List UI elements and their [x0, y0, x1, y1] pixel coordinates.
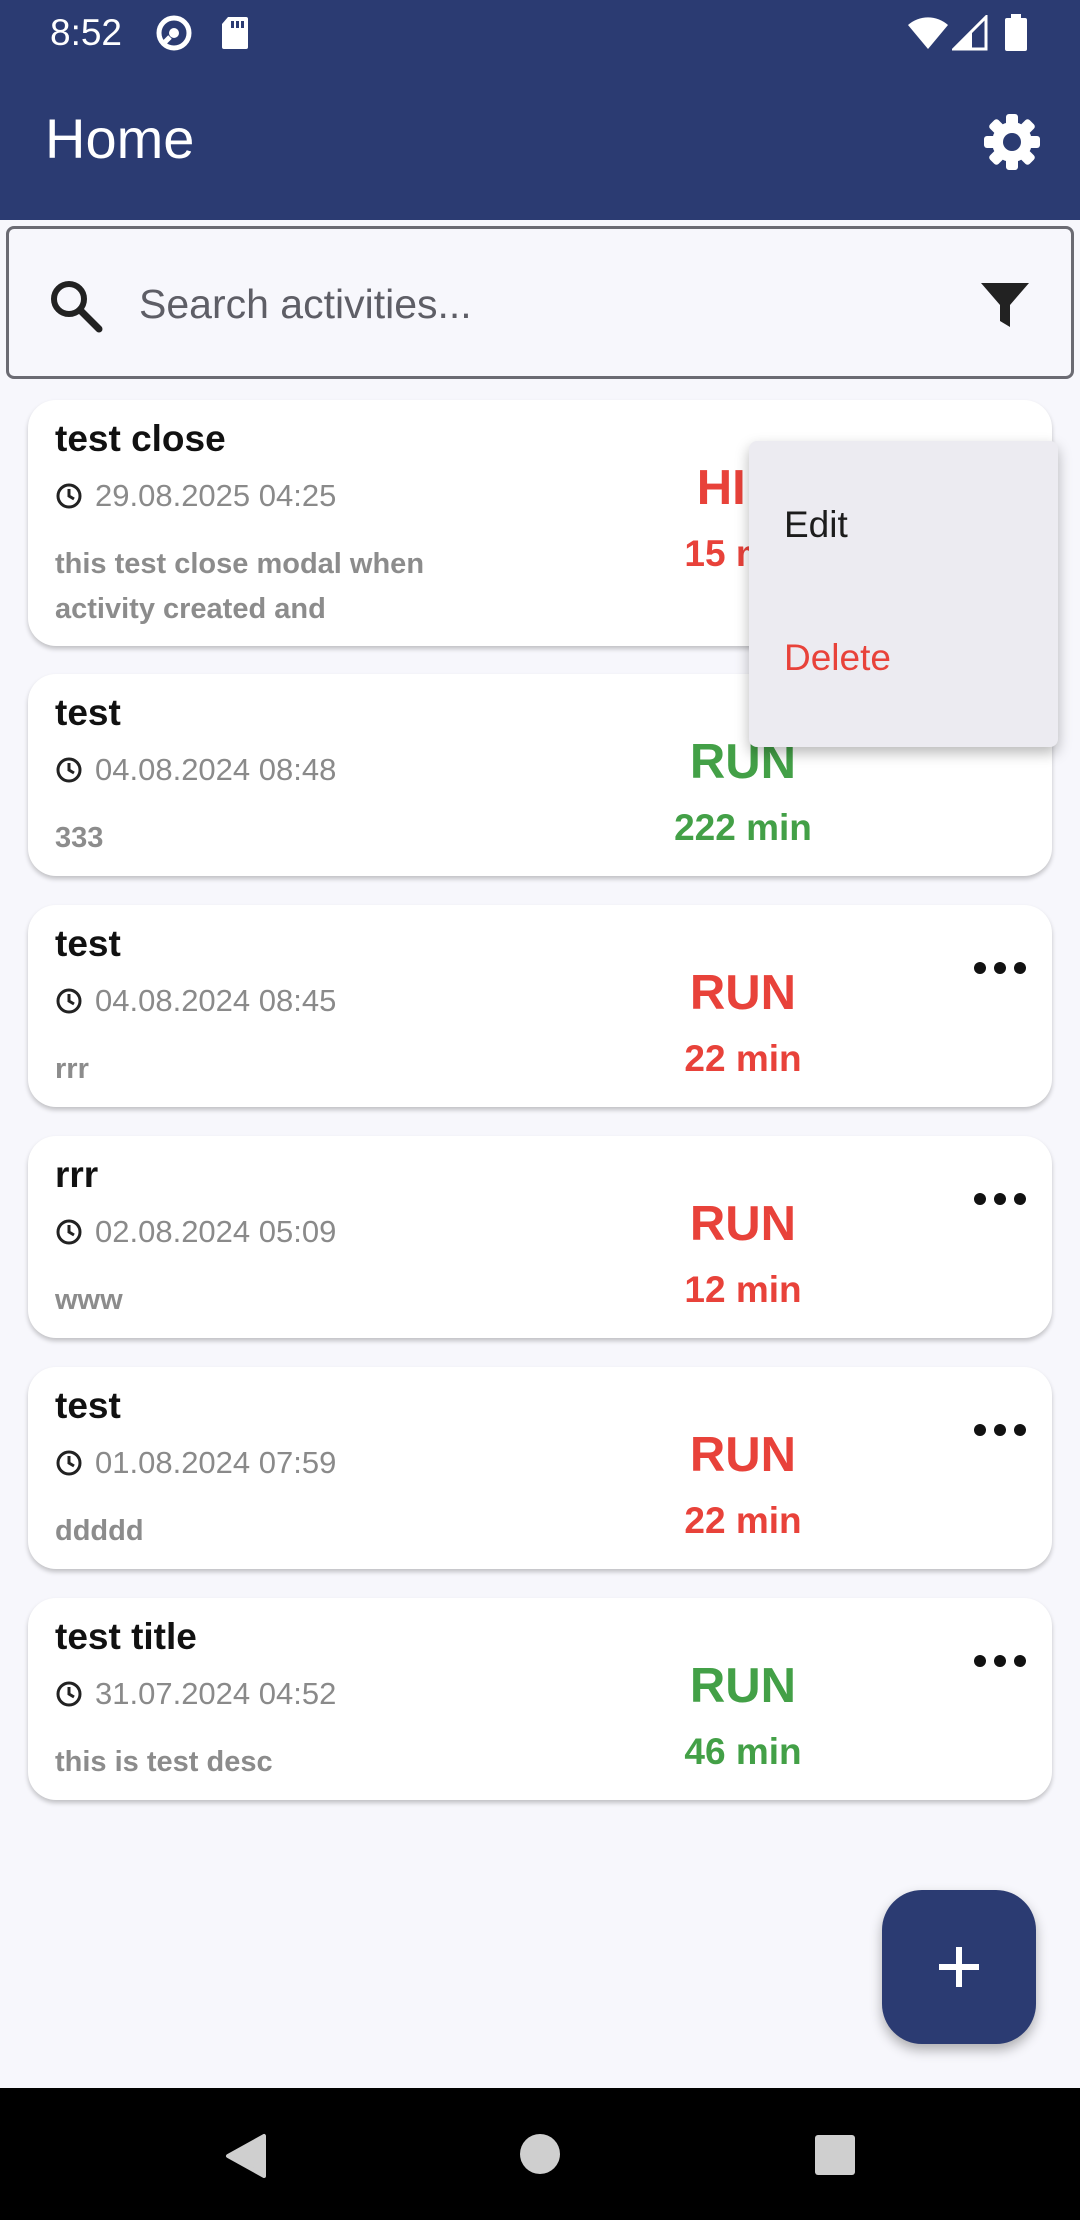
search-icon	[51, 281, 103, 333]
activity-description: this test close modal when activity crea…	[55, 548, 425, 625]
search-input[interactable]	[139, 269, 959, 339]
clock-icon	[56, 988, 82, 1014]
activity-title: test	[55, 1385, 121, 1426]
nav-home-button[interactable]	[518, 2132, 562, 2181]
gear-icon	[984, 114, 1040, 170]
activity-type: RUN	[689, 1197, 797, 1251]
activity-card[interactable]: rrr 02.08.2024 05:09 www RUN 12 min	[28, 1136, 1052, 1338]
menu-item-edit[interactable]: Edit	[784, 504, 848, 546]
activity-date-row: 31.07.2024 04:52	[55, 1676, 336, 1712]
nav-back-button[interactable]	[222, 2132, 268, 2185]
more-options-button[interactable]	[970, 1184, 1030, 1214]
more-horizontal-icon	[974, 1424, 1026, 1436]
status-bar: 8:52	[0, 0, 1080, 66]
activity-date: 29.08.2025 04:25	[95, 478, 337, 513]
activity-title: test title	[55, 1616, 197, 1657]
activity-description: rrr	[55, 1053, 89, 1085]
more-options-button[interactable]	[970, 1646, 1030, 1676]
status-time: 8:52	[50, 12, 123, 53]
more-horizontal-icon	[974, 962, 1026, 974]
filter-icon	[981, 283, 1029, 327]
activity-description: ddddd	[55, 1515, 144, 1547]
signal-icon	[952, 14, 988, 52]
settings-button[interactable]	[980, 110, 1044, 174]
activity-title: test	[55, 923, 121, 964]
back-triangle-icon	[226, 2134, 266, 2178]
more-options-button[interactable]	[970, 953, 1030, 983]
activity-date-row: 29.08.2025 04:25	[55, 478, 336, 514]
battery-icon	[1004, 14, 1028, 52]
activity-date-row: 02.08.2024 05:09	[55, 1214, 336, 1250]
menu-item-delete[interactable]: Delete	[784, 637, 891, 679]
activity-date: 31.07.2024 04:52	[95, 1676, 337, 1711]
activity-date: 04.08.2024 08:45	[95, 983, 337, 1018]
activity-type: RUN	[689, 1659, 797, 1713]
activity-date: 01.08.2024 07:59	[95, 1445, 337, 1480]
activity-description: 333	[55, 822, 104, 854]
activity-card[interactable]: test 01.08.2024 07:59 ddddd RUN 22 min	[28, 1367, 1052, 1569]
activity-date-row: 04.08.2024 08:48	[55, 752, 336, 788]
clock-icon	[56, 1450, 82, 1476]
more-horizontal-icon	[974, 1193, 1026, 1205]
activity-title: test close	[55, 418, 226, 459]
plus-icon	[939, 1947, 979, 1987]
activity-duration: 46 min	[684, 1731, 802, 1772]
add-activity-button[interactable]	[882, 1890, 1036, 2044]
filter-button[interactable]	[977, 277, 1033, 333]
home-circle-icon	[520, 2134, 560, 2174]
nav-recents-button[interactable]	[814, 2134, 856, 2181]
clock-icon	[56, 1681, 82, 1707]
app-bar: Home	[0, 66, 1080, 220]
activity-date-row: 04.08.2024 08:45	[55, 983, 336, 1019]
recents-square-icon	[815, 2135, 855, 2175]
activity-card[interactable]: test 04.08.2024 08:45 rrr RUN 22 min	[28, 905, 1052, 1107]
system-nav-bar	[0, 2088, 1080, 2220]
activity-date-row: 01.08.2024 07:59	[55, 1445, 336, 1481]
activity-duration: 222 min	[674, 807, 812, 848]
more-options-button[interactable]	[970, 1415, 1030, 1445]
activity-type: RUN	[689, 966, 797, 1020]
activity-type: RUN	[689, 1428, 797, 1482]
wifi-icon	[906, 14, 950, 52]
activity-card[interactable]: test title 31.07.2024 04:52 this is test…	[28, 1598, 1052, 1800]
activity-title: test	[55, 692, 121, 733]
activity-duration: 22 min	[684, 1038, 802, 1079]
page-title: Home	[45, 107, 195, 170]
at-sign-icon	[154, 14, 194, 52]
search-box	[6, 226, 1074, 379]
activity-duration: 22 min	[684, 1500, 802, 1541]
clock-icon	[56, 483, 82, 509]
activity-title: rrr	[55, 1154, 99, 1195]
home-screen: 8:52 Home Search activities... test clos…	[0, 0, 1080, 2220]
activity-description: www	[55, 1284, 123, 1316]
sd-card-icon	[220, 14, 250, 52]
clock-icon	[56, 1219, 82, 1245]
activity-duration: 12 min	[684, 1269, 802, 1310]
clock-icon	[56, 757, 82, 783]
activity-date: 04.08.2024 08:48	[95, 752, 337, 787]
activity-date: 02.08.2024 05:09	[95, 1214, 337, 1249]
more-horizontal-icon	[974, 1655, 1026, 1667]
context-menu: Edit Delete	[749, 441, 1058, 747]
activity-description: this is test desc	[55, 1746, 273, 1778]
